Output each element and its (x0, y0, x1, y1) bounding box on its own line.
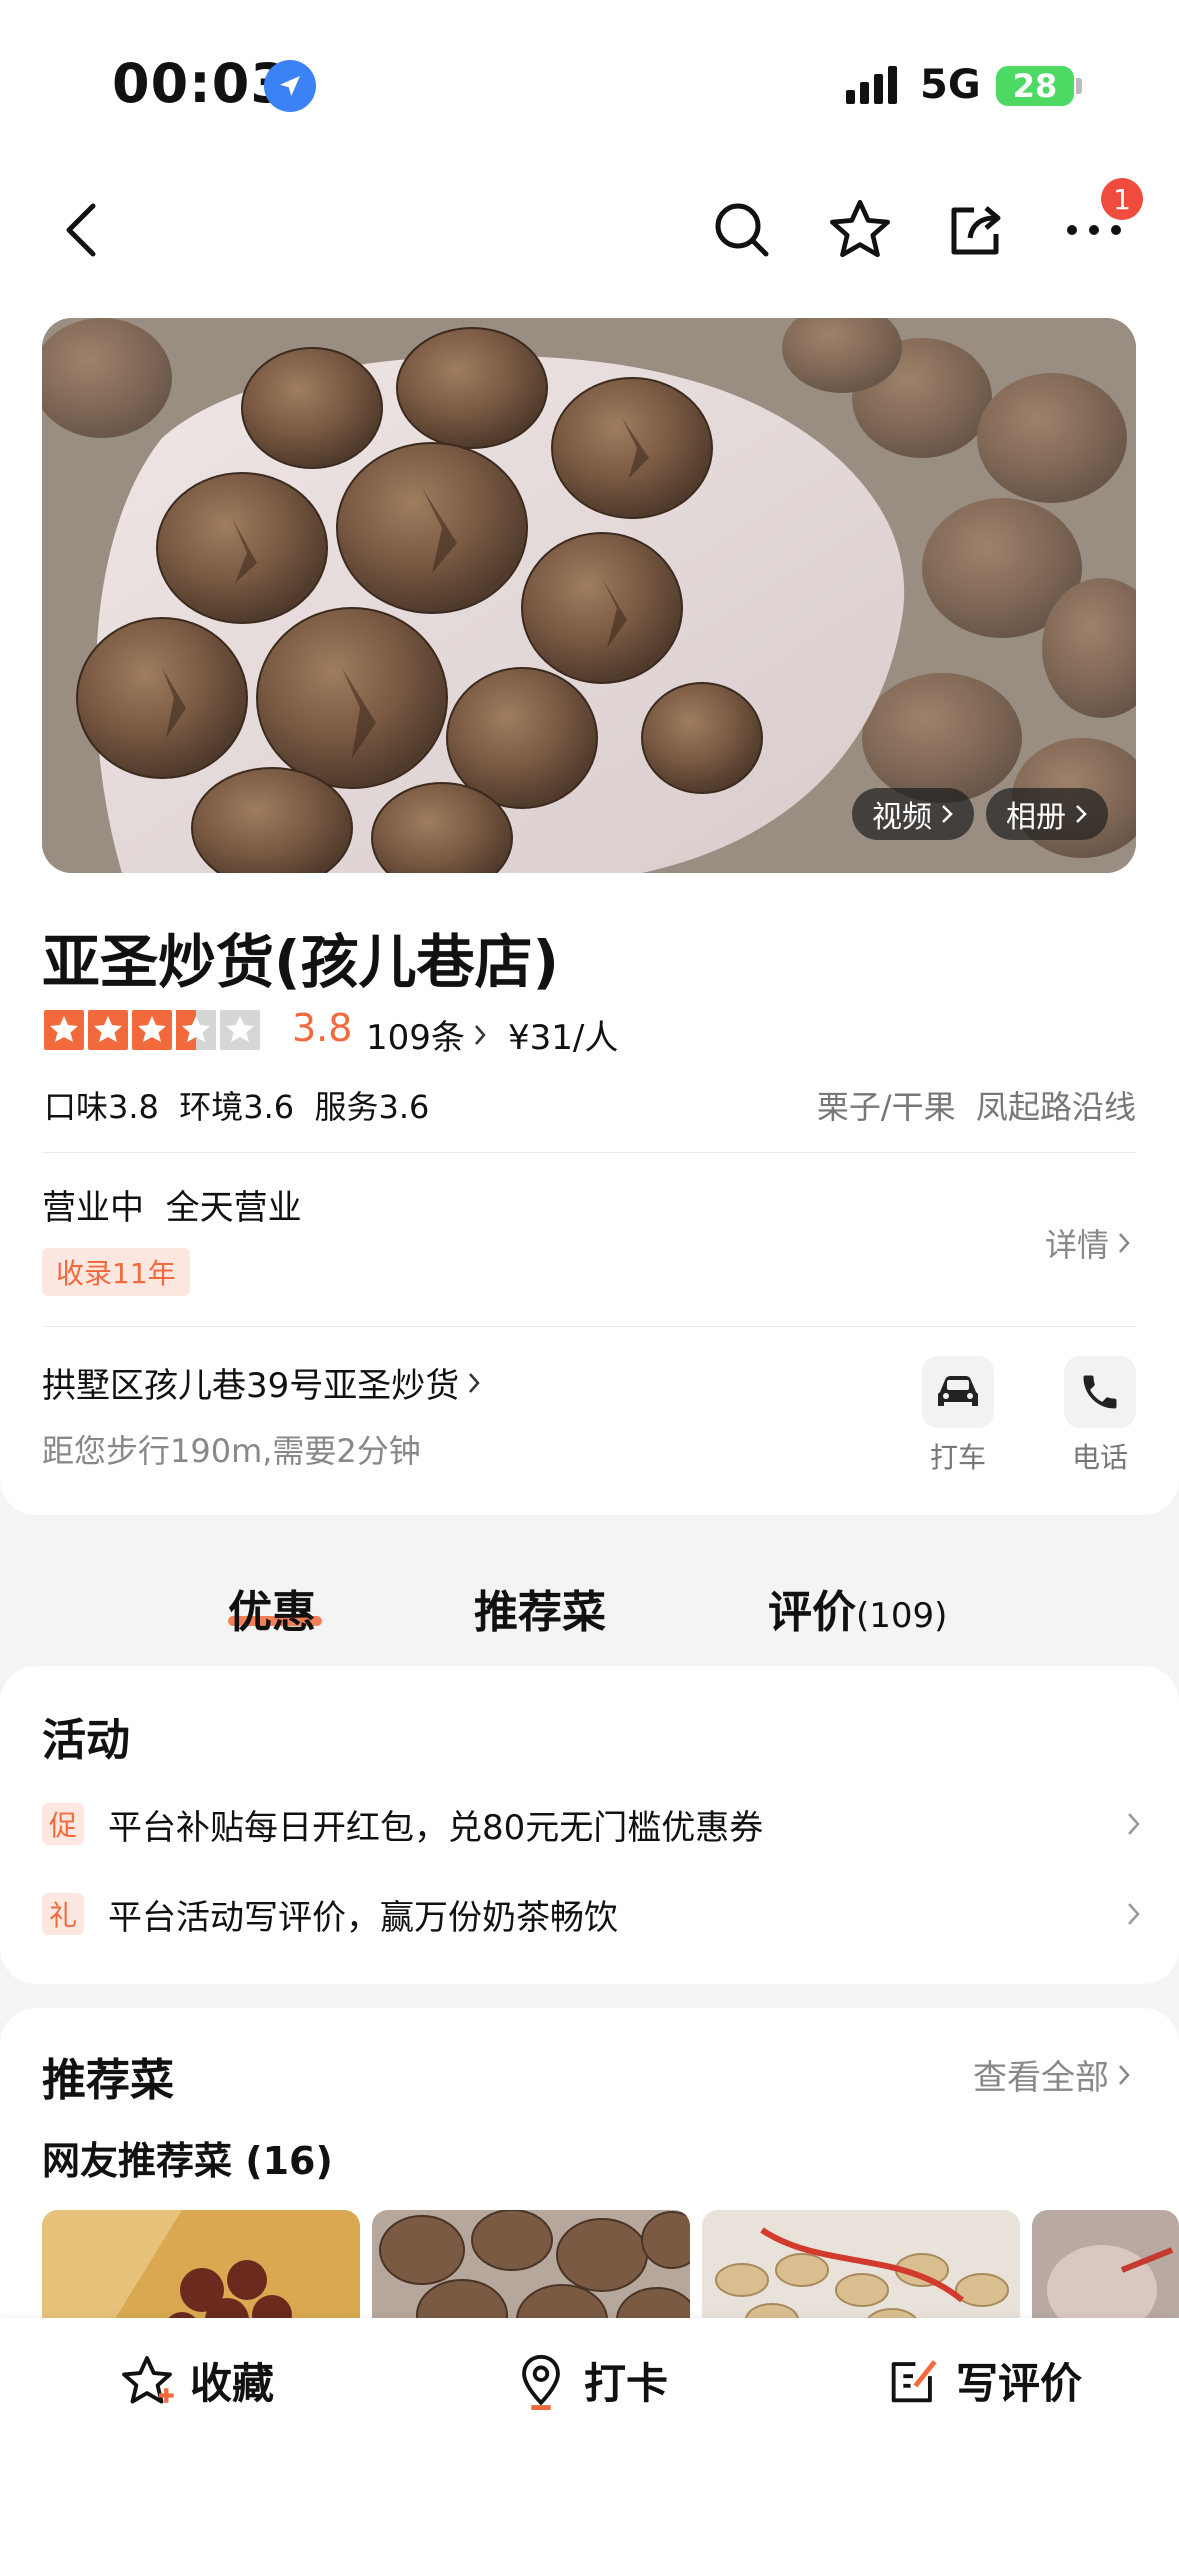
write-review-button[interactable]: 写评价 (884, 2350, 1082, 2411)
battery-icon: 28 (996, 66, 1074, 106)
star-full-icon (132, 1010, 172, 1050)
star-add-icon (122, 2355, 174, 2403)
divider (42, 1152, 1136, 1153)
album-button[interactable]: 相册 (986, 788, 1108, 840)
phone-icon (1083, 1375, 1117, 1409)
view-all-label: 查看全部 (973, 2058, 1109, 2098)
checkin-button[interactable]: 打卡 (512, 2350, 668, 2411)
checkin-label: 打卡 (584, 2359, 669, 2408)
notification-badge: 1 (1101, 178, 1143, 220)
chevron-right-icon (1119, 1233, 1130, 1253)
view-all-link[interactable]: 查看全部 (973, 2050, 1131, 2099)
activity-text: 平台补贴每日开红包，兑80元无门槛优惠券 (108, 1807, 764, 1848)
review-count: 109条 (366, 1018, 465, 1058)
cellular-signal-icon (846, 66, 897, 104)
write-review-label: 写评价 (956, 2359, 1083, 2408)
address-link[interactable]: 拱墅区孩儿巷39号亚圣炒货 (42, 1358, 481, 1407)
battery-cap (1076, 78, 1082, 94)
phone-button[interactable] (1064, 1356, 1136, 1428)
video-label: 视频 (872, 800, 932, 835)
walking-distance: 距您步行190m,需要2分钟 (42, 1432, 421, 1470)
avg-price: ¥31/人 (508, 1018, 619, 1058)
favorite-star-icon[interactable] (820, 190, 900, 270)
edit-review-icon (891, 2359, 937, 2402)
star-half-icon (176, 1010, 216, 1050)
star-full-icon (44, 1010, 84, 1050)
tab-reviews-count: (109) (856, 1596, 948, 1636)
chevron-right-icon (1128, 1813, 1140, 1835)
chevron-right-icon (469, 1372, 480, 1393)
favorite-label: 收藏 (190, 2359, 275, 2408)
tab-reviews[interactable]: 评价(109) (768, 1576, 947, 1640)
divider (42, 1326, 1136, 1327)
video-button[interactable]: 视频 (852, 788, 974, 840)
tab-recommended-dishes[interactable]: 推荐菜 (474, 1576, 606, 1640)
status-time: 00:03 (112, 52, 289, 115)
star-empty-icon (220, 1010, 260, 1050)
search-icon[interactable] (702, 190, 782, 270)
tab-deals[interactable]: 优惠 (228, 1576, 316, 1640)
rating-score: 3.8 (292, 1006, 353, 1050)
business-hours: 营业中 全天营业 (42, 1188, 302, 1228)
network-type: 5G (920, 62, 981, 108)
shop-photo[interactable] (42, 318, 1136, 873)
taxi-label: 打车 (929, 1441, 986, 1474)
detail-label: 详情 (1044, 1226, 1109, 1264)
shop-categories[interactable]: 栗子/干果 凤起路沿线 (817, 1082, 1136, 1128)
sub-scores: 口味3.8 环境3.6 服务3.6 (44, 1088, 430, 1126)
hours-detail-link[interactable]: 详情 (1045, 1220, 1131, 1266)
share-icon[interactable] (936, 190, 1016, 270)
shop-name: 亚圣炒货(孩儿巷店) (42, 928, 560, 996)
activity-item[interactable]: 促 平台补贴每日开红包，兑80元无门槛优惠券 (42, 1796, 1142, 1852)
promo-icon: 促 (42, 1803, 84, 1845)
star-full-icon (88, 1010, 128, 1050)
activity-item[interactable]: 礼 平台活动写评价，赢万份奶茶畅饮 (42, 1886, 1142, 1942)
tab-reviews-label: 评价 (768, 1587, 856, 1638)
listed-years-tag: 收录11年 (42, 1248, 190, 1296)
recommended-title: 推荐菜 (42, 2055, 174, 2106)
activities-title: 活动 (42, 1715, 130, 1766)
back-button[interactable] (42, 190, 122, 270)
chevron-right-icon (942, 805, 953, 823)
taxi-button[interactable] (922, 1356, 994, 1428)
phone-label: 电话 (1071, 1441, 1128, 1474)
activity-text: 平台活动写评价，赢万份奶茶畅饮 (108, 1897, 618, 1938)
car-icon (938, 1376, 978, 1406)
chevron-right-icon (1076, 805, 1087, 823)
review-count-link[interactable]: 109条 (366, 1010, 487, 1059)
location-pin-icon (522, 2354, 560, 2410)
address-text: 拱墅区孩儿巷39号亚圣炒货 (42, 1366, 460, 1406)
chevron-right-icon (1128, 1903, 1140, 1925)
chevron-right-icon (1119, 2064, 1130, 2085)
favorite-button[interactable]: 收藏 (118, 2350, 274, 2411)
album-label: 相册 (1006, 800, 1066, 835)
recommended-subtitle: 网友推荐菜 (16) (42, 2139, 333, 2183)
rating-stars (44, 1010, 260, 1050)
gift-icon: 礼 (42, 1893, 84, 1935)
chevron-right-icon (474, 1024, 486, 1045)
location-arrow-icon (264, 60, 316, 112)
